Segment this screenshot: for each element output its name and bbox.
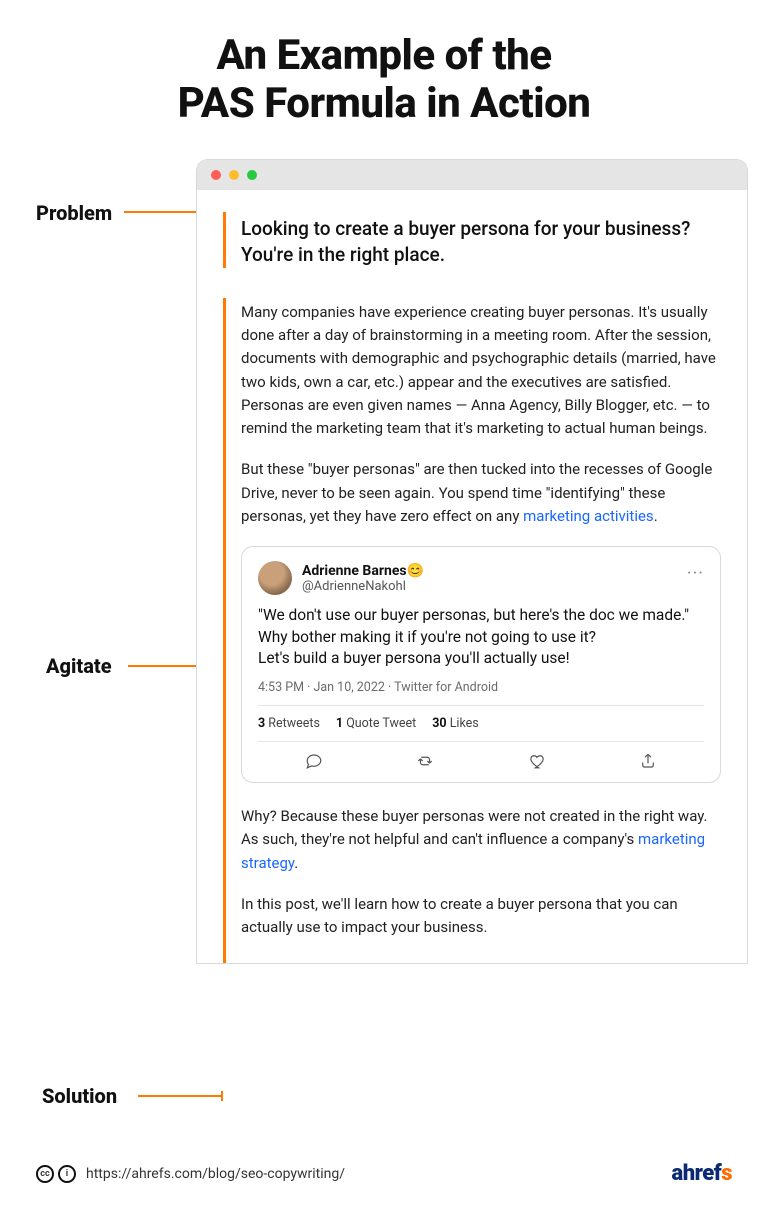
ahrefs-logo: ahrefs: [672, 1161, 733, 1186]
minimize-icon[interactable]: [229, 170, 239, 180]
lead-paragraph: Looking to create a buyer persona for yo…: [241, 216, 721, 269]
label-agitate: Agitate: [46, 654, 112, 678]
tweet-author-name: Adrienne Barnes: [302, 563, 407, 579]
highlight-bar-agitate: [223, 298, 226, 965]
title-line-2: PAS Formula in Action: [36, 80, 732, 128]
reply-icon[interactable]: [305, 752, 323, 770]
label-agitate-text: Agitate: [46, 654, 112, 678]
label-solution: Solution: [42, 1084, 117, 1108]
label-solution-text: Solution: [42, 1084, 117, 1108]
close-icon[interactable]: [211, 170, 221, 180]
share-icon[interactable]: [639, 752, 657, 770]
cc-by-icon: i: [58, 1165, 76, 1183]
cc-license-icon: cc i: [36, 1165, 76, 1183]
tweet-line-3: Let's build a buyer persona you'll actua…: [258, 648, 704, 670]
cc-icon: cc: [36, 1165, 54, 1183]
paragraph-4: In this post, we'll learn how to create …: [241, 893, 721, 940]
paragraph-3: Why? Because these buyer personas were n…: [241, 805, 721, 875]
tweet-author-handle: @AdrienneNakohl: [302, 579, 424, 594]
highlight-bar-problem: [223, 212, 226, 268]
marketing-activities-link[interactable]: marketing activities: [523, 507, 654, 525]
label-problem-text: Problem: [36, 201, 112, 225]
connector-solution: [138, 1095, 222, 1097]
paragraph-1: Many companies have experience creating …: [241, 301, 721, 441]
brand-prefix: ahref: [672, 1161, 722, 1186]
avatar[interactable]: [258, 561, 292, 595]
window-titlebar: [197, 160, 747, 190]
likes-stat[interactable]: 30 Likes: [432, 716, 479, 731]
tweet-line-2: Why bother making it if you're not going…: [258, 627, 704, 649]
page-title: An Example of the PAS Formula in Action: [36, 32, 732, 129]
like-icon[interactable]: [528, 752, 546, 770]
tweet-stats: 3 Retweets 1 Quote Tweet 30 Likes: [258, 705, 704, 741]
paragraph-2: But these "buyer personas" are then tuck…: [241, 458, 721, 528]
tweet-header: Adrienne Barnes😊 @AdrienneNakohl ···: [258, 561, 704, 595]
source-url[interactable]: https://ahrefs.com/blog/seo-copywriting/: [86, 1166, 345, 1182]
tweet-actions: [258, 741, 704, 782]
tweet-menu-icon[interactable]: ···: [687, 563, 704, 584]
footer: cc i https://ahrefs.com/blog/seo-copywri…: [36, 1161, 732, 1186]
tweet-text: "We don't use our buyer personas, but he…: [258, 605, 704, 670]
quotes-stat[interactable]: 1 Quote Tweet: [336, 716, 416, 731]
tweet-user[interactable]: Adrienne Barnes😊 @AdrienneNakohl: [302, 563, 424, 594]
retweet-icon[interactable]: [416, 752, 434, 770]
embedded-tweet: Adrienne Barnes😊 @AdrienneNakohl ··· "We…: [241, 546, 721, 783]
retweets-stat[interactable]: 3 Retweets: [258, 716, 320, 731]
label-problem: Problem: [36, 201, 112, 225]
title-line-1: An Example of the: [36, 32, 732, 80]
tweet-line-1: "We don't use our buyer personas, but he…: [258, 605, 704, 627]
tweet-timestamp: 4:53 PM · Jan 10, 2022 · Twitter for And…: [258, 680, 704, 695]
zoom-icon[interactable]: [247, 170, 257, 180]
paragraph-2-b: .: [654, 507, 658, 525]
paragraph-3-b: .: [294, 854, 298, 872]
brand-suffix: s: [721, 1161, 732, 1186]
window-body: Looking to create a buyer persona for yo…: [197, 190, 747, 964]
tweet-author-emoji: 😊: [407, 563, 424, 579]
browser-window: Looking to create a buyer persona for yo…: [196, 159, 748, 965]
